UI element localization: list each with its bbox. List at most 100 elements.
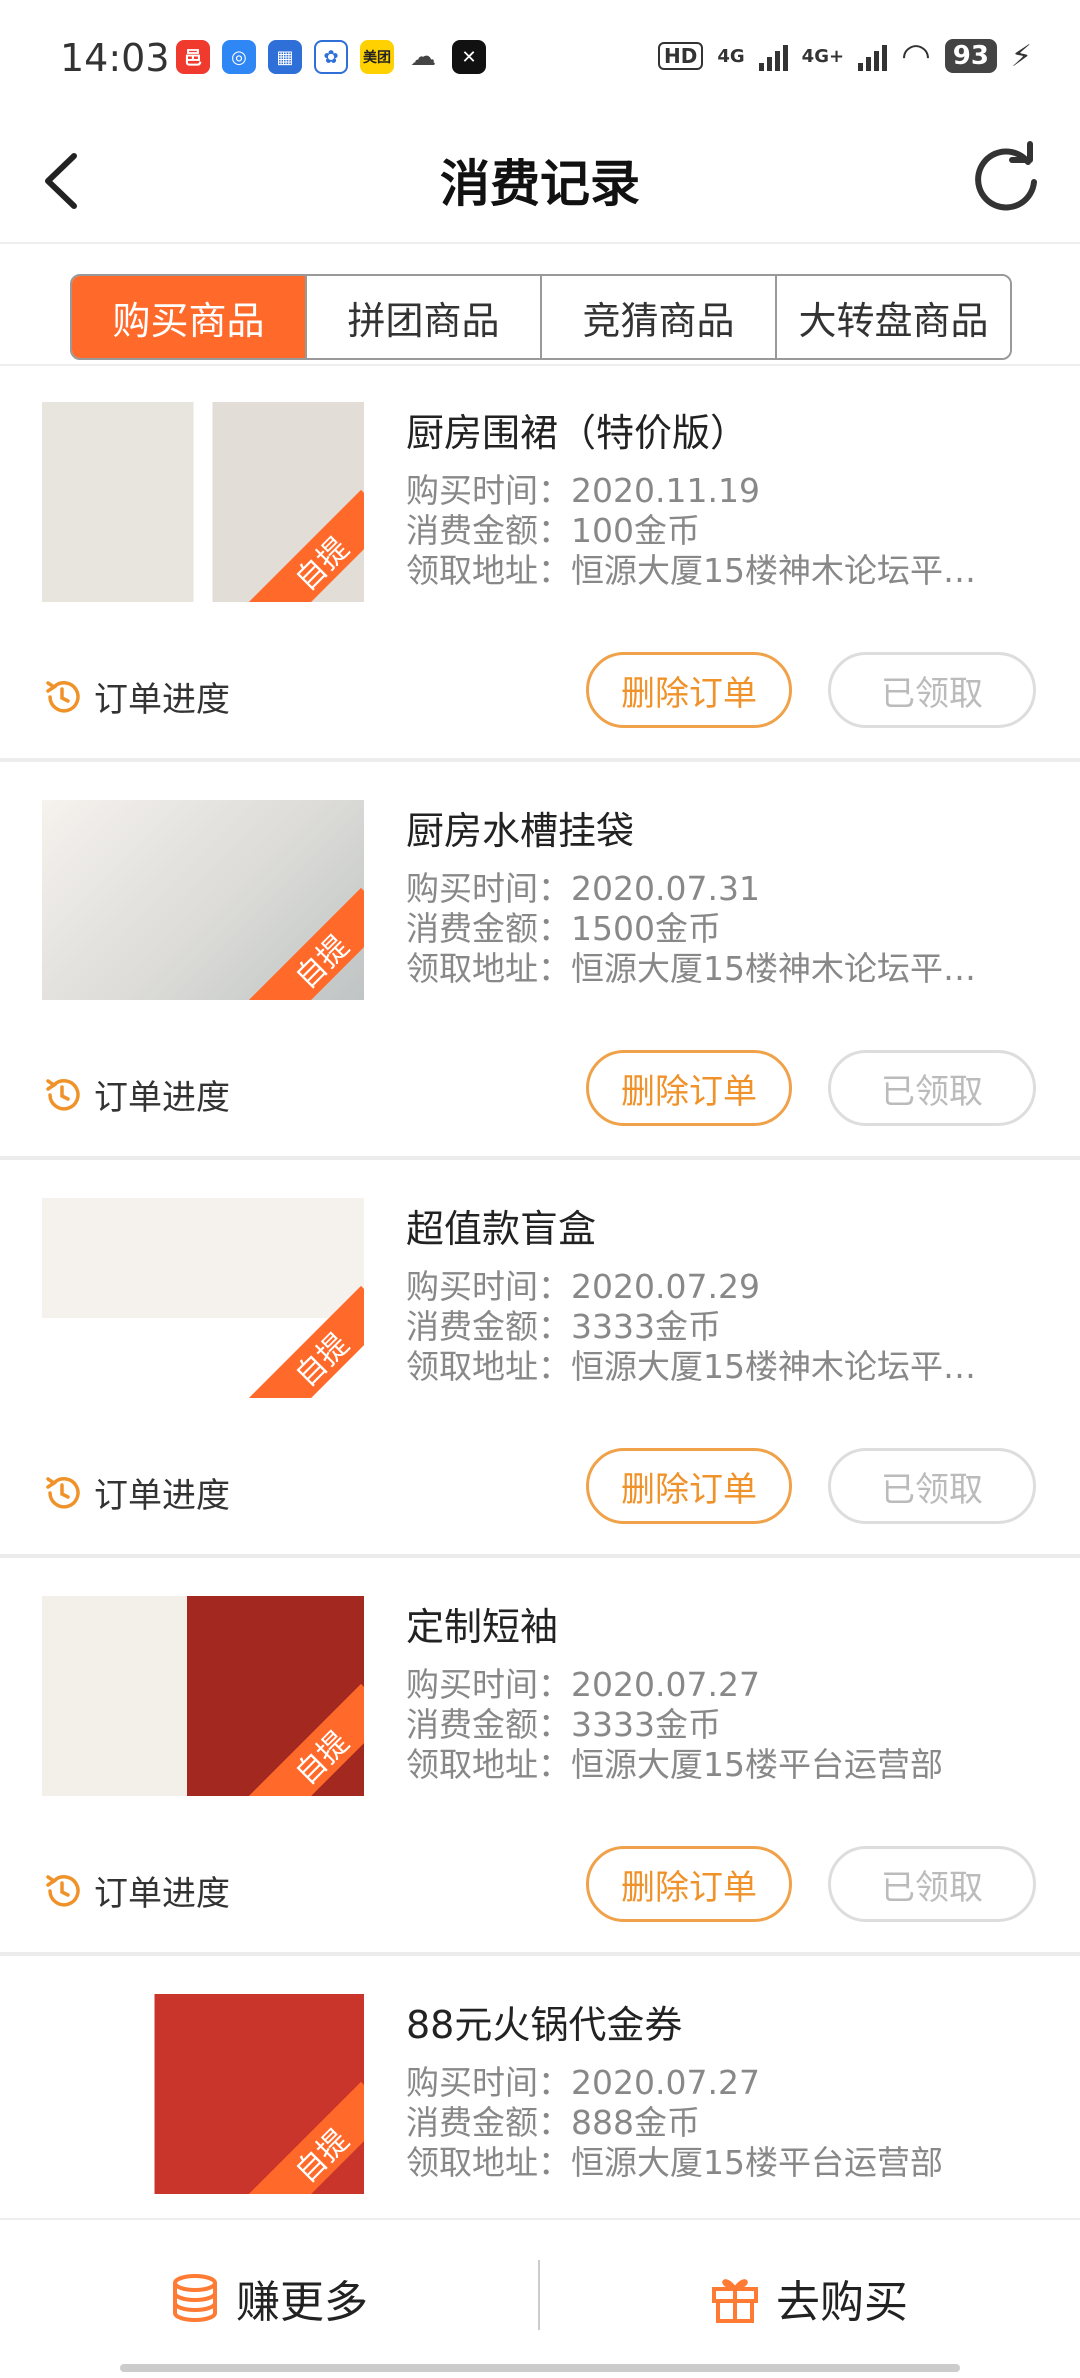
pickup-address: 领取地址：恒源大厦15楼神木论坛平… xyxy=(406,1340,976,1388)
wifi-icon: ◠ xyxy=(901,36,931,76)
order-progress-label: 订单进度 xyxy=(94,1874,230,1914)
order-progress-label: 订单进度 xyxy=(94,680,230,720)
tab-purchased[interactable]: 购买商品 xyxy=(72,276,305,358)
go-buy-button[interactable]: 去购买 xyxy=(708,2266,908,2330)
pickup-badge: 自提 xyxy=(247,2081,364,2194)
app-notification-icon: ▦ xyxy=(268,40,302,74)
pickup-address-label: 领取地址： xyxy=(406,949,571,988)
divider xyxy=(0,1952,1080,1956)
pickup-badge: 自提 xyxy=(247,887,364,1000)
hd-icon: HD xyxy=(658,42,704,70)
pickup-address-label: 领取地址： xyxy=(406,1745,571,1784)
coins-icon xyxy=(173,2274,217,2322)
delete-order-button[interactable]: 删除订单 xyxy=(586,1448,792,1524)
header: 消费记录 xyxy=(0,118,1080,244)
delete-order-button[interactable]: 删除订单 xyxy=(586,652,792,728)
pickup-address-value: 恒源大厦15楼神木论坛平… xyxy=(571,1347,976,1386)
product-image: 自提 xyxy=(42,1994,364,2194)
pickup-badge: 自提 xyxy=(247,1683,364,1796)
history-clock-icon xyxy=(46,680,80,713)
product-name[interactable]: 定制短袖 xyxy=(406,1596,558,1651)
order-progress-label: 订单进度 xyxy=(94,1078,230,1118)
divider xyxy=(0,758,1080,762)
order-item[interactable]: 自提 定制短袖 购买时间：2020.07.27 消费金额：3333金币 领取地址… xyxy=(0,1560,1080,1956)
wechat-icon: ☁ xyxy=(406,40,440,74)
home-indicator[interactable] xyxy=(120,2364,960,2372)
product-name[interactable]: 厨房围裙（特价版） xyxy=(406,402,748,457)
refresh-icon xyxy=(975,141,1037,211)
pickup-address: 领取地址：恒源大厦15楼神木论坛平… xyxy=(406,942,976,990)
pickup-address-label: 领取地址： xyxy=(406,2143,571,2182)
app-notification-icon: ✿ xyxy=(314,40,348,74)
history-clock-icon xyxy=(46,1078,80,1111)
gift-icon xyxy=(712,2279,758,2323)
tab-guess[interactable]: 竞猜商品 xyxy=(540,276,775,358)
product-image: 自提 xyxy=(42,402,364,602)
tab-wheel[interactable]: 大转盘商品 xyxy=(775,276,1010,358)
pickup-address-value: 恒源大厦15楼神木论坛平… xyxy=(571,949,976,988)
order-item[interactable]: 自提 厨房水槽挂袋 购买时间：2020.07.31 消费金额：1500金币 领取… xyxy=(0,764,1080,1160)
pickup-address-value: 恒源大厦15楼平台运营部 xyxy=(571,2143,943,2182)
product-image: 自提 xyxy=(42,1596,364,1796)
network-label: 4G+ xyxy=(801,45,845,67)
pickup-address: 领取地址：恒源大厦15楼神木论坛平… xyxy=(406,544,976,592)
network-label: 4G xyxy=(717,45,745,67)
product-thumbnail[interactable]: 自提 xyxy=(42,402,364,602)
product-thumbnail[interactable]: 自提 xyxy=(42,1596,364,1796)
order-item[interactable]: 自提 超值款盲盒 购买时间：2020.07.29 消费金额：3333金币 领取地… xyxy=(0,1162,1080,1558)
divider xyxy=(0,1554,1080,1558)
earn-more-button[interactable]: 赚更多 xyxy=(168,2266,368,2330)
product-thumbnail[interactable]: 自提 xyxy=(42,1198,364,1398)
go-buy-label: 去购买 xyxy=(776,2277,908,2328)
page-title: 消费记录 xyxy=(440,155,640,213)
meituan-icon: 美团 xyxy=(360,40,394,74)
order-progress-link[interactable]: 订单进度 xyxy=(42,1866,230,1915)
order-progress-link[interactable]: 订单进度 xyxy=(42,1070,230,1119)
order-progress-label: 订单进度 xyxy=(94,1476,230,1516)
received-button[interactable]: 已领取 xyxy=(828,652,1036,728)
refresh-button[interactable] xyxy=(966,138,1046,218)
divider xyxy=(538,2260,540,2330)
signal-icon xyxy=(858,41,888,71)
product-name[interactable]: 超值款盲盒 xyxy=(406,1198,596,1253)
category-tabs: 购买商品 拼团商品 竞猜商品 大转盘商品 xyxy=(70,274,1012,360)
pickup-badge: 自提 xyxy=(247,489,364,602)
received-button[interactable]: 已领取 xyxy=(828,1448,1036,1524)
product-thumbnail[interactable]: 自提 xyxy=(42,1994,364,2194)
bottom-bar: 赚更多 去购买 xyxy=(0,2218,1080,2378)
received-button[interactable]: 已领取 xyxy=(828,1846,1036,1922)
delete-order-button[interactable]: 删除订单 xyxy=(586,1050,792,1126)
product-thumbnail[interactable]: 自提 xyxy=(42,800,364,1000)
pickup-address-label: 领取地址： xyxy=(406,1347,571,1386)
delete-order-button[interactable]: 删除订单 xyxy=(586,1846,792,1922)
order-progress-link[interactable]: 订单进度 xyxy=(42,672,230,721)
history-clock-icon xyxy=(46,1476,80,1509)
pickup-address: 领取地址：恒源大厦15楼平台运营部 xyxy=(406,1738,943,1786)
charging-icon: ⚡ xyxy=(1010,38,1032,74)
signal-icon xyxy=(758,41,788,71)
status-bar: 14:03 邑 ◎ ▦ ✿ 美团 ☁ ✕ HD 4G 4G+ ◠ 93 ⚡ xyxy=(0,0,1080,118)
pickup-address: 领取地址：恒源大厦15楼平台运营部 xyxy=(406,2136,943,2184)
order-item[interactable]: 自提 厨房围裙（特价版） 购买时间：2020.11.19 消费金额：100金币 … xyxy=(0,366,1080,762)
pickup-address-label: 领取地址： xyxy=(406,551,571,590)
pickup-badge: 自提 xyxy=(247,1285,364,1398)
earn-more-label: 赚更多 xyxy=(236,2277,368,2328)
product-image: 自提 xyxy=(42,800,364,1000)
app-notification-icon: ◎ xyxy=(222,40,256,74)
product-name[interactable]: 88元火锅代金券 xyxy=(406,1994,682,2049)
battery-icon: 93 xyxy=(944,39,997,73)
pickup-address-value: 恒源大厦15楼平台运营部 xyxy=(571,1745,943,1784)
received-button[interactable]: 已领取 xyxy=(828,1050,1036,1126)
divider xyxy=(0,1156,1080,1160)
notification-icons: 邑 ◎ ▦ ✿ 美团 ☁ ✕ xyxy=(176,40,486,74)
product-name[interactable]: 厨房水槽挂袋 xyxy=(406,800,634,855)
capcut-icon: ✕ xyxy=(452,40,486,74)
status-right: HD 4G 4G+ ◠ 93 ⚡ xyxy=(658,36,1032,76)
tab-group-buy[interactable]: 拼团商品 xyxy=(305,276,540,358)
product-image: 自提 xyxy=(42,1198,364,1398)
pickup-address-value: 恒源大厦15楼神木论坛平… xyxy=(571,551,976,590)
order-progress-link[interactable]: 订单进度 xyxy=(42,1468,230,1517)
status-time: 14:03 xyxy=(60,36,170,80)
history-clock-icon xyxy=(46,1874,80,1907)
app-notification-icon: 邑 xyxy=(176,40,210,74)
